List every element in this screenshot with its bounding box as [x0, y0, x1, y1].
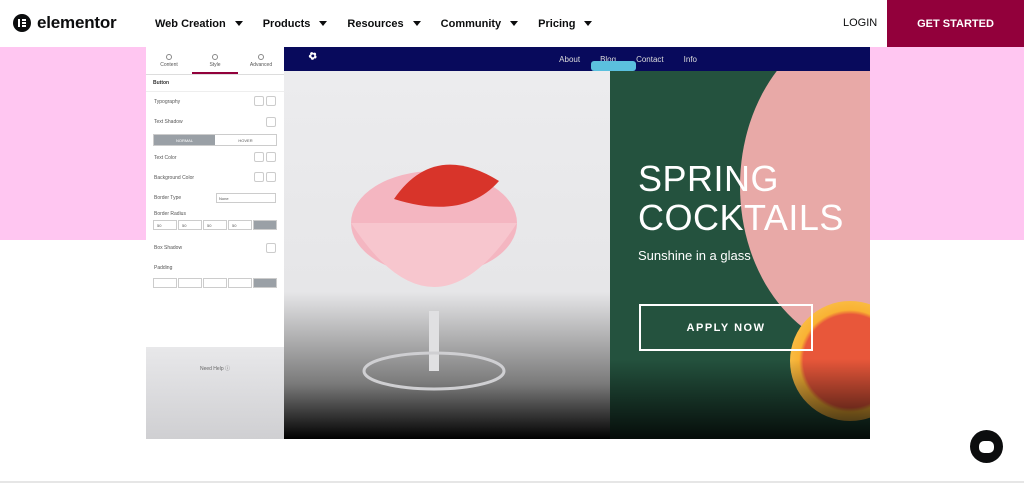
- menu-products[interactable]: Products: [263, 18, 328, 30]
- pencil-icon: [166, 54, 172, 60]
- link-icon[interactable]: [253, 278, 277, 288]
- pencil-icon[interactable]: [266, 117, 276, 127]
- pencil-icon[interactable]: [266, 96, 276, 106]
- site-link-about[interactable]: About: [559, 55, 580, 64]
- logo-text: elementor: [37, 13, 117, 32]
- hover-state[interactable]: HOVER: [215, 135, 276, 145]
- panel-tabs: Content Style Advanced: [146, 47, 284, 75]
- apply-now-button[interactable]: APPLY NOW: [639, 304, 813, 351]
- radius-right-input[interactable]: 50: [178, 220, 202, 230]
- top-navigation: elementor Web Creation Products Resource…: [0, 0, 1024, 47]
- site-link-info[interactable]: Info: [684, 55, 697, 64]
- gear-icon: [258, 54, 264, 60]
- menu-web-creation[interactable]: Web Creation: [155, 18, 243, 30]
- menu-resources[interactable]: Resources: [347, 18, 421, 30]
- chat-button[interactable]: [970, 430, 1003, 463]
- get-started-button[interactable]: GET STARTED: [887, 0, 1024, 47]
- menu-pricing[interactable]: Pricing: [538, 18, 593, 30]
- pencil-icon[interactable]: [266, 243, 276, 253]
- site-header: ✿ About Blog Contact Info: [284, 47, 870, 71]
- section-handle[interactable]: [591, 61, 636, 71]
- section-button[interactable]: Button: [146, 75, 284, 92]
- padding-right-input[interactable]: [178, 278, 202, 288]
- need-help[interactable]: Need Help ⓘ: [146, 347, 284, 439]
- radius-left-input[interactable]: 50: [228, 220, 252, 230]
- padding-bottom-input[interactable]: [203, 278, 227, 288]
- border-type-select[interactable]: None: [216, 193, 276, 203]
- text-shadow-control[interactable]: Text Shadow: [146, 112, 284, 132]
- chevron-down-icon: [510, 21, 519, 26]
- radius-top-input[interactable]: 50: [153, 220, 177, 230]
- background-color-control[interactable]: Background Color: [146, 168, 284, 188]
- cocktail-image: [284, 71, 610, 439]
- padding-label: Padding: [154, 265, 173, 271]
- tab-advanced[interactable]: Advanced: [238, 47, 284, 74]
- main-menu: Web Creation Products Resources Communit…: [155, 0, 612, 47]
- padding-inputs: [146, 278, 284, 288]
- hero-title: SPRING COCKTAILS: [638, 158, 844, 238]
- text-color-control[interactable]: Text Color: [146, 148, 284, 168]
- link-icon[interactable]: [253, 220, 277, 230]
- chevron-down-icon: [234, 21, 243, 26]
- color-swatch[interactable]: [266, 152, 276, 162]
- border-radius-label: Border Radius: [154, 211, 186, 217]
- typography-control[interactable]: Typography: [146, 92, 284, 112]
- border-radius-inputs: 50 50 50 50: [146, 220, 284, 230]
- border-type-control[interactable]: Border Type None: [146, 188, 284, 208]
- site-preview: ✿ About Blog Contact Info SPRING COCKTAI…: [284, 47, 870, 439]
- box-shadow-control[interactable]: Box Shadow: [146, 238, 284, 258]
- globe-icon[interactable]: [254, 172, 264, 182]
- tab-style[interactable]: Style: [192, 47, 238, 74]
- site-link-contact[interactable]: Contact: [636, 55, 664, 64]
- hero-subtitle: Sunshine in a glass: [638, 248, 751, 263]
- login-link[interactable]: LOGIN: [843, 17, 877, 29]
- menu-community[interactable]: Community: [441, 18, 519, 30]
- half-circle-icon: [212, 54, 218, 60]
- state-toggle: NORMAL HOVER: [153, 134, 277, 146]
- globe-icon[interactable]: [254, 96, 264, 106]
- site-logo-icon: ✿: [305, 49, 320, 64]
- normal-state[interactable]: NORMAL: [154, 135, 215, 145]
- editor-demo-video[interactable]: Content Style Advanced Button Typography…: [146, 47, 870, 439]
- help-icon: ⓘ: [225, 366, 231, 372]
- video-shade: [610, 359, 870, 439]
- elementor-logo[interactable]: elementor: [13, 13, 117, 33]
- padding-left-input[interactable]: [228, 278, 252, 288]
- chevron-down-icon: [412, 21, 421, 26]
- chevron-down-icon: [584, 21, 593, 26]
- radius-bottom-input[interactable]: 50: [203, 220, 227, 230]
- chat-bubble-icon: [979, 440, 994, 453]
- cocktail-glass-illustration: [351, 164, 517, 391]
- editor-panel: Content Style Advanced Button Typography…: [146, 47, 284, 347]
- elementor-icon: [13, 14, 31, 32]
- padding-top-input[interactable]: [153, 278, 177, 288]
- chevron-down-icon: [319, 21, 328, 26]
- tab-content[interactable]: Content: [146, 47, 192, 74]
- globe-icon[interactable]: [254, 152, 264, 162]
- color-swatch[interactable]: [266, 172, 276, 182]
